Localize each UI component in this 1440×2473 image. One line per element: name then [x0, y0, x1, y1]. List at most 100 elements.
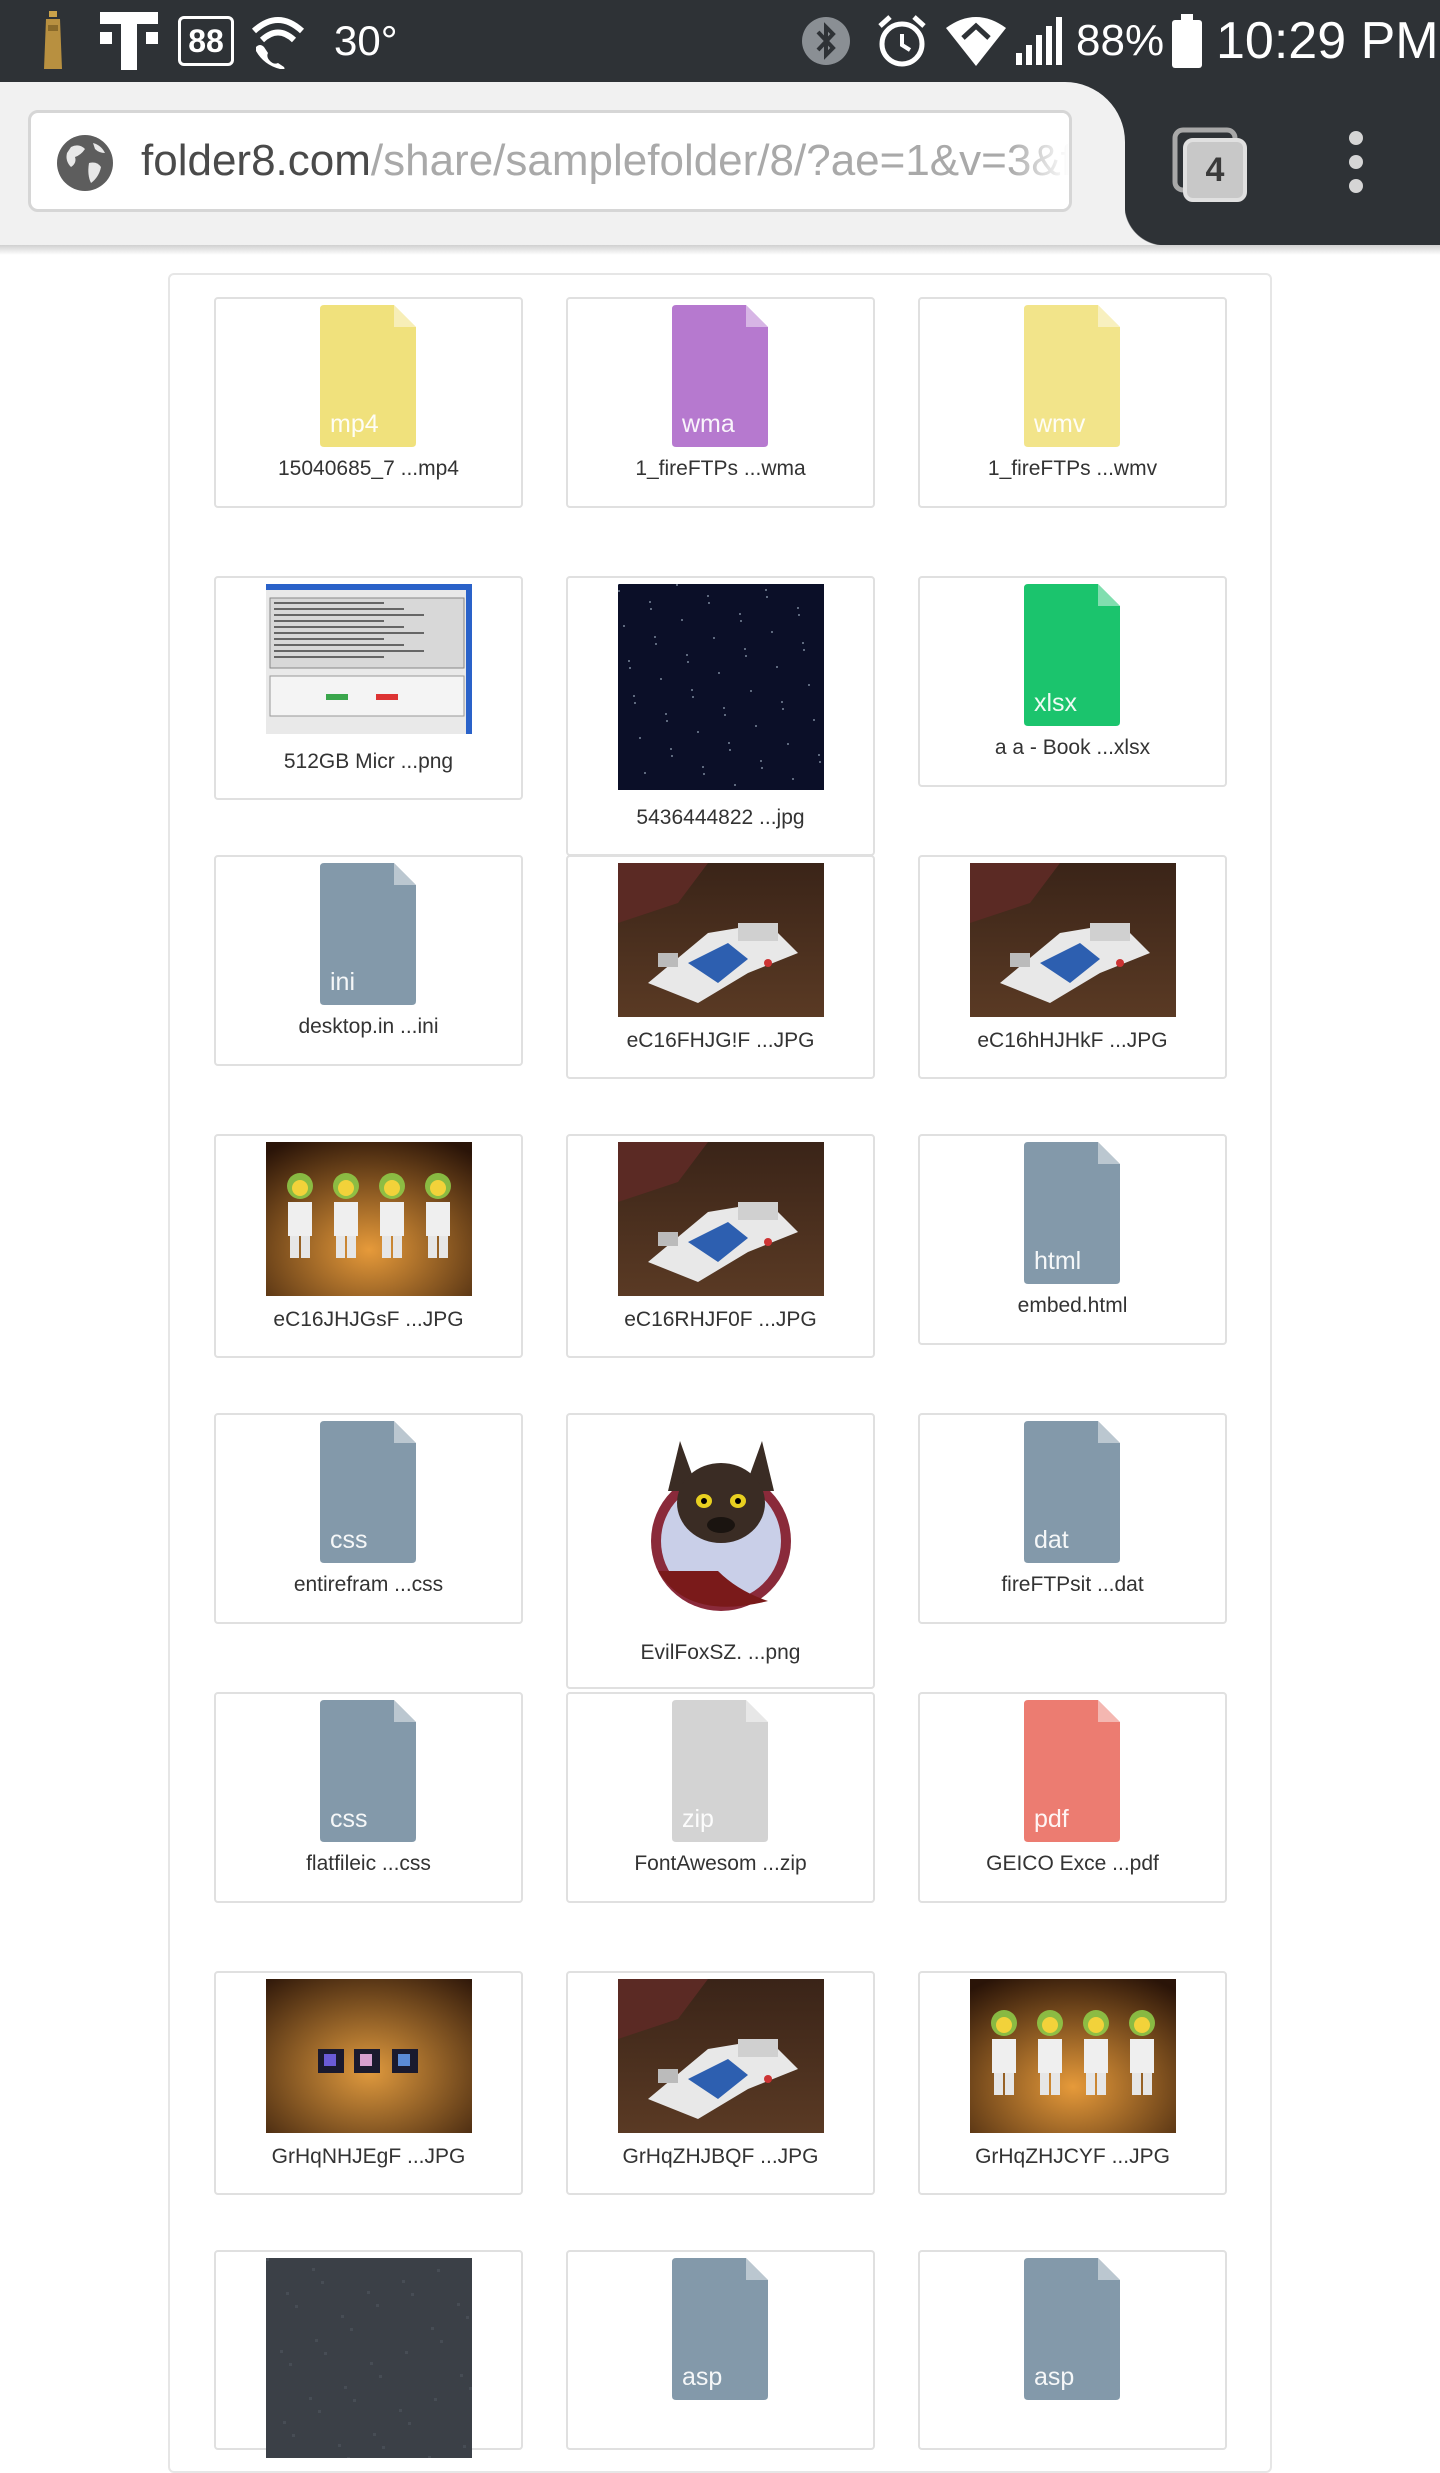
file-thumbnail: [266, 2258, 472, 2462]
battery-icon: [1172, 0, 1202, 82]
file-ext-label: asp: [682, 2363, 723, 2391]
file-name: 15040685_7 ...mp4: [278, 457, 459, 480]
file-card[interactable]: html embed.html: [918, 1134, 1227, 1345]
file-thumbnail: [266, 1979, 472, 2137]
file-card[interactable]: asp: [918, 2250, 1227, 2450]
file-type-icon: xlsx: [1024, 584, 1120, 726]
file-ext-label: wmv: [1034, 410, 1086, 438]
file-name: 1_fireFTPs ...wmv: [987, 457, 1158, 480]
address-bar[interactable]: folder8.com/share/samplefolder/8/?ae=1&v…: [28, 110, 1072, 212]
tab-count: 4: [1205, 151, 1225, 189]
file-card[interactable]: zip FontAwesom ...zip: [566, 1692, 875, 1903]
file-type-icon: asp: [672, 2258, 768, 2400]
file-card[interactable]: ini desktop.in ...ini: [214, 855, 523, 1066]
file-name: desktop.in ...ini: [298, 1015, 439, 1038]
file-name: GrHqZHJBQF ...JPG: [622, 2145, 819, 2168]
file-thumbnail: [970, 863, 1176, 1021]
active-tab: folder8.com/share/samplefolder/8/?ae=1&v…: [0, 82, 1165, 245]
alarm-icon: [876, 0, 928, 82]
file-name: eC16JHJGsF ...JPG: [273, 1308, 464, 1331]
file-ext-label: xlsx: [1034, 689, 1078, 717]
file-card[interactable]: asp: [566, 2250, 875, 2450]
more-vert-icon: [1349, 131, 1363, 193]
file-type-icon: mp4: [320, 305, 416, 447]
file-card[interactable]: eC16JHJGsF ...JPG: [214, 1134, 523, 1358]
url-text[interactable]: folder8.com/share/samplefolder/8/?ae=1&v…: [141, 113, 1072, 209]
wifi-calling-icon: [250, 0, 306, 82]
url-host: folder8.com: [141, 136, 371, 185]
file-type-icon: wmv: [1024, 305, 1120, 447]
overflow-menu-button[interactable]: [1330, 124, 1382, 204]
file-card[interactable]: 5436444822 ...jpg: [566, 576, 875, 856]
file-card[interactable]: wma 1_fireFTPs ...wma: [566, 297, 875, 508]
file-ext-label: mp4: [330, 410, 379, 438]
file-card[interactable]: mp4 15040685_7 ...mp4: [214, 297, 523, 508]
file-card[interactable]: xlsx a a - Book ...xlsx: [918, 576, 1227, 787]
file-thumbnail: [266, 1142, 472, 1300]
file-name: GEICO Exce ...pdf: [986, 1852, 1159, 1875]
signal-icon: [1016, 0, 1062, 82]
globe-icon: [57, 135, 113, 191]
file-thumbnail: [618, 1421, 824, 1631]
url-path: /share/samplefolder/8/?ae=1&v=3&f: [370, 136, 1072, 185]
file-thumbnail: [970, 1979, 1176, 2137]
file-name: eC16FHJG!F ...JPG: [626, 1029, 815, 1052]
file-card[interactable]: 512GB Micr ...png: [214, 576, 523, 800]
file-card[interactable]: eC16FHJG!F ...JPG: [566, 855, 875, 1079]
battery-percent: 88%: [1076, 16, 1165, 65]
file-thumbnail: [618, 863, 824, 1021]
file-name: GrHqZHJCYF ...JPG: [975, 2145, 1170, 2168]
file-type-icon: ini: [320, 863, 416, 1005]
file-card[interactable]: css flatfileic ...css: [214, 1692, 523, 1903]
file-type-icon: html: [1024, 1142, 1120, 1284]
file-card[interactable]: css entirefram ...css: [214, 1413, 523, 1624]
file-ext-label: zip: [682, 1805, 714, 1833]
file-ext-label: dat: [1034, 1526, 1069, 1554]
file-card[interactable]: GrHqZHJCYF ...JPG: [918, 1971, 1227, 2195]
file-card[interactable]: EvilFoxSZ. ...png: [566, 1413, 875, 1689]
browser-toolbar: folder8.com/share/samplefolder/8/?ae=1&v…: [0, 82, 1440, 245]
file-name: entirefram ...css: [293, 1573, 444, 1596]
file-ext-label: asp: [1034, 2363, 1075, 2391]
file-thumbnail: [266, 584, 472, 738]
tmobile-icon: [100, 0, 158, 82]
file-card[interactable]: eC16RHJF0F ...JPG: [566, 1134, 875, 1358]
file-ext-label: css: [330, 1526, 368, 1554]
file-name: 512GB Micr ...png: [283, 750, 454, 773]
file-name: a a - Book ...xlsx: [994, 736, 1151, 759]
file-name: 1_fireFTPs ...wma: [635, 457, 806, 480]
file-card[interactable]: [214, 2250, 523, 2460]
file-name: embed.html: [1017, 1294, 1128, 1317]
file-type-icon: css: [320, 1700, 416, 1842]
file-card[interactable]: eC16hHJHkF ...JPG: [918, 855, 1227, 1079]
file-type-icon: asp: [1024, 2258, 1120, 2400]
file-card[interactable]: GrHqNHJEgF ...JPG: [214, 1971, 523, 2195]
notification-badge: 88: [178, 0, 234, 82]
file-name: GrHqNHJEgF ...JPG: [271, 2145, 466, 2168]
file-type-icon: wma: [672, 305, 768, 447]
bluetooth-icon: [800, 0, 852, 82]
wifi-icon: [946, 0, 1006, 82]
file-thumbnail: [618, 584, 824, 794]
file-card[interactable]: wmv 1_fireFTPs ...wmv: [918, 297, 1227, 508]
temperature: 30°: [334, 17, 398, 64]
status-bar: 88 30° 88% 10:29 PM: [0, 0, 1440, 82]
file-ext-label: css: [330, 1805, 368, 1833]
file-ext-label: wma: [682, 410, 735, 438]
file-name: eC16hHJHkF ...JPG: [977, 1029, 1168, 1052]
file-ext-label: ini: [330, 968, 356, 996]
tower-icon: [42, 0, 64, 82]
file-ext-label: html: [1034, 1247, 1082, 1275]
tab-switcher-button[interactable]: 4: [1172, 127, 1248, 203]
file-card[interactable]: dat fireFTPsit ...dat: [918, 1413, 1227, 1624]
file-type-icon: css: [320, 1421, 416, 1563]
file-card[interactable]: GrHqZHJBQF ...JPG: [566, 1971, 875, 2195]
file-type-icon: dat: [1024, 1421, 1120, 1563]
file-name: EvilFoxSZ. ...png: [640, 1641, 801, 1664]
file-type-icon: pdf: [1024, 1700, 1120, 1842]
file-thumbnail: [618, 1979, 824, 2137]
file-type-icon: zip: [672, 1700, 768, 1842]
file-name: fireFTPsit ...dat: [1001, 1573, 1144, 1596]
file-card[interactable]: pdf GEICO Exce ...pdf: [918, 1692, 1227, 1903]
file-name: eC16RHJF0F ...JPG: [624, 1308, 817, 1331]
